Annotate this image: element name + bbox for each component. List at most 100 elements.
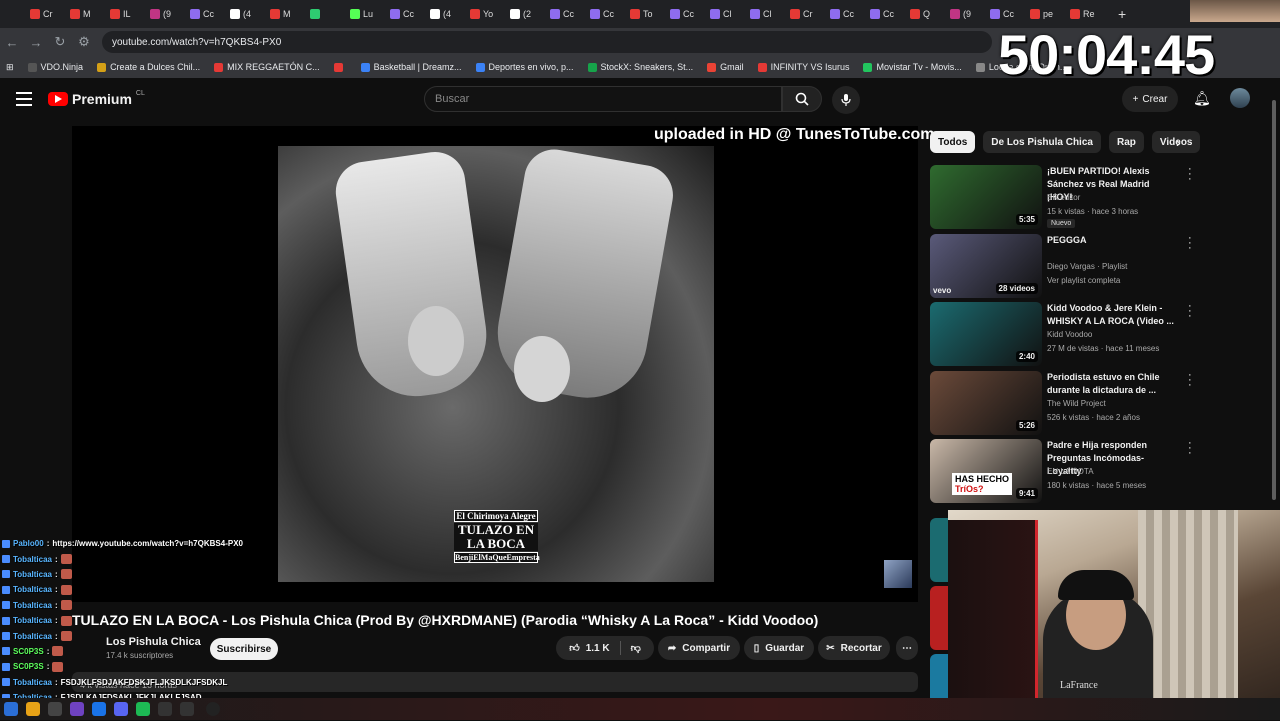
browser-tab[interactable]: Cl [750, 0, 790, 28]
save-label: Guardar [765, 642, 805, 654]
browser-tab[interactable]: Cc [190, 0, 230, 28]
taskbar-app-icon[interactable] [206, 702, 220, 716]
avatar[interactable] [1230, 88, 1250, 108]
video-thumbnail[interactable]: 5:26 [930, 370, 1042, 435]
hamburger-menu-icon[interactable] [16, 92, 32, 106]
more-vert-icon[interactable]: · · · [1188, 232, 1192, 253]
tab-label: Lu [363, 9, 374, 19]
filter-chip[interactable]: De Los Pishula Chica [983, 131, 1101, 153]
list-item[interactable] [930, 586, 948, 650]
browser-tab[interactable]: (4 [230, 0, 270, 28]
bookmark-item[interactable]: Movistar Tv - Movis... [863, 62, 962, 72]
video-channel[interactable]: Kidd Voodoo [1047, 330, 1092, 339]
url-field[interactable]: youtube.com/watch?v=h7QKBS4-PX0 [102, 31, 992, 53]
recommended-video[interactable]: 9:41 HAS HECHO TríOs? Padre e Hija responde… [930, 438, 1192, 503]
browser-tab[interactable]: M [270, 0, 310, 28]
video-channel[interactable]: BR editor [1047, 193, 1080, 202]
bookmark-item[interactable]: StockX: Sneakers, St... [587, 62, 693, 72]
browser-tab[interactable]: Cr [30, 0, 70, 28]
chevron-right-icon[interactable]: › [1176, 134, 1181, 150]
create-button[interactable]: + Crear [1122, 86, 1178, 112]
bookmark-item[interactable]: Create a Dulces Chil... [97, 62, 200, 72]
obs-icon[interactable] [180, 702, 194, 716]
site-info-icon[interactable]: ⚙ [72, 34, 96, 50]
list-item[interactable] [930, 518, 948, 582]
browser-tab[interactable]: (9 [950, 0, 990, 28]
browser-tab[interactable]: Cc [550, 0, 590, 28]
bookmark-item[interactable]: Basketball | Dreamz... [360, 62, 462, 72]
bookmark-item[interactable]: Deportes en vivo, p... [475, 62, 574, 72]
bookmark-item[interactable] [333, 62, 347, 72]
filter-chip[interactable]: Todos [930, 131, 976, 153]
video-title[interactable]: PEGGGA [1047, 234, 1177, 247]
browser-tab[interactable] [310, 0, 350, 28]
browser-tab[interactable]: Yo [470, 0, 510, 28]
clip-button[interactable]: ✂ Recortar [818, 636, 890, 660]
file-explorer-icon[interactable] [26, 702, 40, 716]
recommended-video[interactable]: 5:26 Periodista estuvo en Chile durante l… [930, 369, 1192, 435]
save-button[interactable]: ▯ Guardar [744, 636, 814, 660]
steam-icon[interactable] [158, 702, 172, 716]
browser-tab[interactable]: (9 [150, 0, 190, 28]
browser-tab[interactable]: Cc [830, 0, 870, 28]
bookmark-item[interactable]: Gmail [707, 62, 744, 72]
more-vert-icon[interactable]: · · · [1188, 164, 1192, 185]
share-button[interactable]: ➦ Compartir [658, 636, 740, 660]
more-actions-button[interactable]: ⋯ [896, 636, 918, 660]
video-title[interactable]: Periodista estuvo en Chile durante la di… [1047, 371, 1177, 397]
video-thumbnail[interactable]: 28 videos vevo [930, 233, 1042, 298]
video-channel[interactable]: Diego Vargas · Playlist [1047, 262, 1127, 271]
browser-tab[interactable]: Cl [710, 0, 750, 28]
channel-watermark[interactable] [884, 560, 912, 588]
browser-tab[interactable]: Cr [790, 0, 830, 28]
voice-search-button[interactable] [832, 86, 860, 114]
video-channel[interactable]: The Wild Project [1047, 399, 1106, 408]
recommended-video[interactable]: 2:40 Kidd Voodoo & Jere Klein - WHISKY A … [930, 301, 1192, 366]
bookmark-item[interactable]: VDO.Ninja [27, 62, 83, 72]
windows-start-icon[interactable] [4, 702, 18, 716]
taskbar-app-icon[interactable] [48, 702, 62, 716]
apps-grid-icon[interactable]: ⊞ [6, 62, 14, 73]
tab-label: (9 [963, 9, 972, 19]
more-vert-icon[interactable]: · · · [1188, 438, 1192, 459]
browser-tab[interactable]: Cc [870, 0, 910, 28]
video-thumbnail[interactable]: 5:35 [930, 165, 1042, 229]
scrollbar[interactable] [1270, 92, 1278, 512]
chat-emote-icon [60, 631, 72, 642]
browser-tab[interactable]: Cc [390, 0, 430, 28]
more-vert-icon[interactable]: · · · [1188, 301, 1192, 322]
thumbs-down-icon[interactable]: 👎︎ [631, 642, 641, 654]
forward-icon[interactable]: → [24, 35, 48, 50]
youtube-logo[interactable]: Premium CL [48, 90, 145, 107]
video-thumbnail[interactable]: 9:41 HAS HECHO TríOs? [930, 439, 1042, 503]
browser-tab[interactable]: To [630, 0, 670, 28]
bookmark-item[interactable]: MIX REGGAETÓN C... [214, 62, 320, 72]
bookmark-item[interactable]: INFINITY VS Isurus [757, 62, 849, 72]
chrome-icon[interactable] [92, 702, 106, 716]
reload-icon[interactable]: ↻ [48, 34, 72, 50]
spotify-icon[interactable] [136, 702, 150, 716]
video-title[interactable]: Kidd Voodoo & Jere Klein - WHISKY A LA R… [1047, 302, 1177, 328]
browser-tab[interactable]: M [70, 0, 110, 28]
browser-tab[interactable]: Lu [350, 0, 390, 28]
browser-tab[interactable]: Cc [670, 0, 710, 28]
back-icon[interactable]: ← [0, 35, 24, 50]
browser-tab[interactable]: Cc [590, 0, 630, 28]
new-tab-button[interactable]: + [1118, 6, 1126, 22]
video-channel[interactable]: EN LA NOTA [1047, 467, 1094, 476]
taskbar-app-icon[interactable] [70, 702, 84, 716]
browser-tab[interactable]: Q [910, 0, 950, 28]
filter-chip[interactable]: Rap [1108, 131, 1144, 153]
like-button[interactable]: 👍︎ 1.1 K 👎︎ [556, 636, 654, 660]
browser-tab[interactable]: IL [110, 0, 150, 28]
discord-icon[interactable] [114, 702, 128, 716]
search-input[interactable]: Buscar [424, 86, 782, 112]
recommended-video[interactable]: 28 videos vevo PEGGGA Diego Vargas · Playli… [930, 232, 1192, 298]
search-button[interactable] [782, 86, 822, 112]
browser-tab[interactable]: (4 [430, 0, 470, 28]
recommended-video[interactable]: 5:35 ¡BUEN PARTIDO! Alexis Sánchez vs Rea… [930, 164, 1192, 229]
browser-tab[interactable]: (2 [510, 0, 550, 28]
notifications-bell-icon[interactable]: 🔔︎ [1193, 90, 1211, 107]
more-vert-icon[interactable]: · · · [1188, 369, 1192, 390]
video-thumbnail[interactable]: 2:40 [930, 302, 1042, 366]
